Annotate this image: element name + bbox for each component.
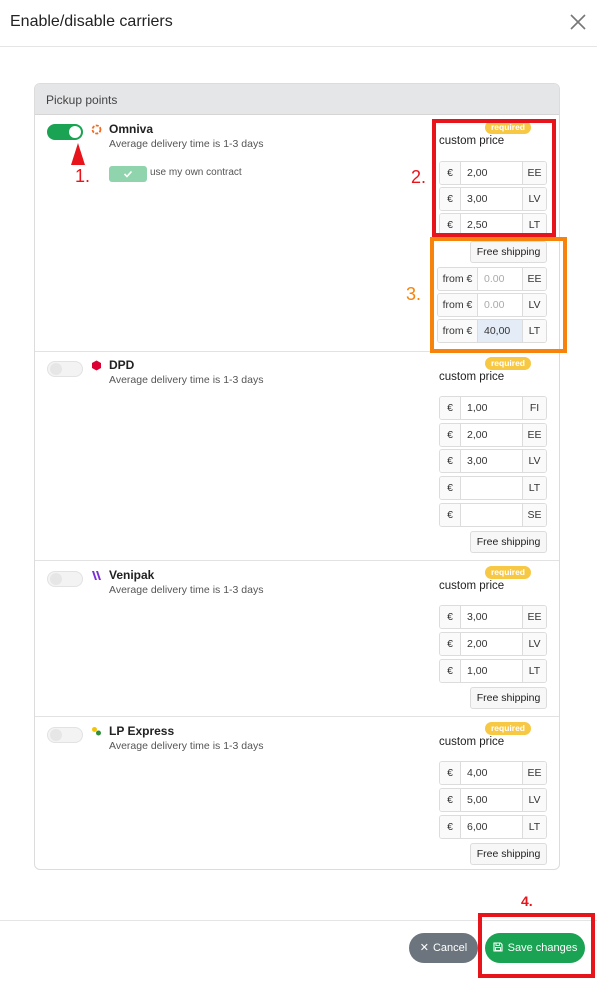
price-input-group: € 3,00 EE — [439, 605, 547, 629]
carrier-description: Average delivery time is 1-3 days — [109, 138, 264, 150]
carrier-name: LP Express — [109, 724, 175, 738]
country-code: EE — [522, 424, 546, 446]
currency-prefix: € — [440, 397, 461, 419]
omniva-toggle[interactable] — [47, 124, 83, 140]
annotation-arrow-icon — [71, 143, 85, 165]
price-input[interactable]: 4,00 — [461, 762, 522, 784]
country-code: LT — [522, 660, 546, 682]
row-divider — [35, 560, 559, 561]
cancel-x-icon: ✕ — [419, 942, 429, 954]
country-code: LV — [522, 633, 546, 655]
carrier-description: Average delivery time is 1-3 days — [109, 374, 264, 386]
carrier-name: Omniva — [109, 122, 154, 136]
currency-prefix: € — [440, 762, 461, 784]
price-input[interactable] — [461, 504, 522, 526]
price-input[interactable]: 1,00 — [461, 397, 522, 419]
carrier-description: Average delivery time is 1-3 days — [109, 584, 264, 596]
venipak-logo-icon — [92, 571, 101, 580]
price-input-group: € 1,00 LT — [439, 659, 547, 683]
own-contract-checkbox[interactable] — [109, 166, 147, 182]
currency-prefix: € — [440, 660, 461, 682]
country-code: LT — [522, 477, 546, 499]
row-divider — [35, 716, 559, 717]
price-input-group: € 2,00 EE — [439, 423, 547, 447]
currency-prefix: € — [440, 477, 461, 499]
dpd-logo-icon — [92, 360, 101, 371]
lp-express-toggle[interactable] — [47, 727, 83, 743]
price-input[interactable]: 3,00 — [461, 606, 522, 628]
price-input-group: € 5,00 LV — [439, 788, 547, 812]
annotation-highlight-box — [430, 237, 567, 353]
price-input[interactable] — [461, 477, 522, 499]
carrier-description: Average delivery time is 1-3 days — [109, 740, 264, 752]
annotation-label: 2. — [411, 167, 427, 187]
country-code: FI — [522, 397, 546, 419]
carrier-name: DPD — [109, 358, 135, 372]
cancel-label: Cancel — [432, 942, 468, 954]
cancel-button[interactable]: ✕ Cancel — [409, 933, 478, 963]
country-code: LV — [522, 789, 546, 811]
price-input[interactable]: 6,00 — [461, 816, 522, 838]
currency-prefix: € — [440, 816, 461, 838]
section-title: Pickup points — [46, 93, 118, 107]
price-input[interactable]: 3,00 — [461, 450, 522, 472]
close-icon[interactable] — [567, 11, 589, 33]
carrier-name: Venipak — [109, 568, 155, 582]
modal-header: Enable/disable carriers — [0, 0, 597, 47]
price-input-group: € 2,00 LV — [439, 632, 547, 656]
required-badge: required — [485, 357, 531, 370]
price-input-group: € LT — [439, 476, 547, 500]
price-input[interactable]: 2,00 — [461, 424, 522, 446]
venipak-toggle[interactable] — [47, 571, 83, 587]
annotation-label: 1. — [75, 166, 91, 186]
price-input[interactable]: 5,00 — [461, 789, 522, 811]
modal-title: Enable/disable carriers — [10, 13, 173, 30]
price-input-group: € 3,00 LV — [439, 449, 547, 473]
price-input[interactable]: 2,00 — [461, 633, 522, 655]
required-badge: required — [485, 566, 531, 579]
price-input-group: € SE — [439, 503, 547, 527]
required-badge: required — [485, 722, 531, 735]
section-header: Pickup points — [35, 84, 559, 115]
country-code: LV — [522, 450, 546, 472]
currency-prefix: € — [440, 789, 461, 811]
currency-prefix: € — [440, 450, 461, 472]
currency-prefix: € — [440, 633, 461, 655]
currency-prefix: € — [440, 606, 461, 628]
free-shipping-button[interactable]: Free shipping — [470, 843, 547, 865]
lp-express-logo-icon — [92, 727, 101, 736]
country-code: LT — [522, 816, 546, 838]
check-icon — [123, 170, 133, 178]
free-shipping-button[interactable]: Free shipping — [470, 687, 547, 709]
custom-price-label: custom price — [439, 371, 505, 383]
dpd-toggle[interactable] — [47, 361, 83, 377]
price-input-group: € 6,00 LT — [439, 815, 547, 839]
annotation-highlight-box — [478, 913, 595, 978]
price-input-group: € 4,00 EE — [439, 761, 547, 785]
country-code: SE — [522, 504, 546, 526]
country-code: EE — [522, 762, 546, 784]
price-input-group: € 1,00 FI — [439, 396, 547, 420]
custom-price-label: custom price — [439, 580, 505, 592]
custom-price-label: custom price — [439, 736, 505, 748]
annotation-label: 4. — [521, 893, 533, 909]
currency-prefix: € — [440, 504, 461, 526]
price-input[interactable]: 1,00 — [461, 660, 522, 682]
currency-prefix: € — [440, 424, 461, 446]
country-code: EE — [522, 606, 546, 628]
own-contract-label: use my own contract — [150, 167, 242, 178]
omniva-logo-icon — [91, 124, 102, 135]
free-shipping-button[interactable]: Free shipping — [470, 531, 547, 553]
annotation-label: 3. — [406, 284, 422, 304]
annotation-highlight-box — [432, 119, 556, 237]
